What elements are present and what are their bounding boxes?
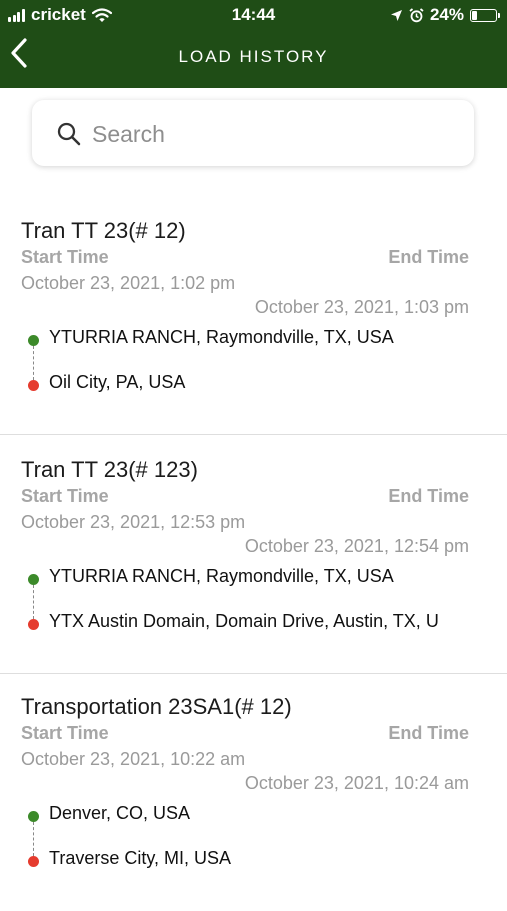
destination-dot-icon: [28, 380, 39, 391]
load-card-content: Tran TT 23(# 123) Start Time End Time Oc…: [0, 437, 489, 674]
route-line: [33, 346, 34, 380]
battery-percent: 24%: [429, 5, 464, 24]
origin-location: YTURRIA RANCH, Raymondville, TX, USA: [49, 327, 394, 347]
load-card-content: Transportation 23SA1(# 12) Start Time En…: [0, 674, 489, 911]
load-title: Tran TT 23(# 123): [21, 457, 198, 482]
search-icon: [57, 122, 81, 146]
end-time-value: October 23, 2021, 10:24 am: [244, 773, 469, 793]
page-title: LOAD HISTORY: [178, 47, 329, 66]
load-title: Transportation 23SA1(# 12): [21, 694, 292, 719]
location-arrow-icon: [390, 9, 402, 21]
route-line: [33, 822, 34, 856]
load-card[interactable]: Tran TT 23(# 123) Start Time End Time Oc…: [0, 437, 507, 674]
origin-location: Denver, CO, USA: [49, 803, 191, 823]
load-card-content: Tran TT 23(# 12) Start Time End Time Oct…: [0, 198, 489, 435]
route-line: [33, 585, 34, 619]
destination-dot-icon: [28, 856, 39, 867]
origin-dot-icon: [28, 335, 39, 346]
load-card[interactable]: Tran TT 23(# 12) Start Time End Time Oct…: [0, 198, 507, 435]
end-time-label: End Time: [388, 247, 469, 267]
end-time-label: End Time: [388, 723, 469, 743]
load-card[interactable]: Transportation 23SA1(# 12) Start Time En…: [0, 674, 507, 911]
search-box[interactable]: [32, 100, 474, 166]
destination-location: Oil City, PA, USA: [49, 372, 186, 392]
search-input[interactable]: [90, 114, 454, 154]
battery-icon: [470, 8, 500, 22]
destination-dot-icon: [28, 619, 39, 630]
origin-dot-icon: [28, 574, 39, 585]
status-right: 24%: [384, 5, 500, 25]
start-time-label: Start Time: [21, 247, 109, 267]
origin-dot-icon: [28, 811, 39, 822]
app-header: cricket 14:44 24% LOAD HISTORY: [0, 0, 507, 88]
end-time-label: End Time: [388, 486, 469, 506]
end-time-value: October 23, 2021, 1:03 pm: [254, 297, 469, 317]
start-time-label: Start Time: [21, 486, 109, 506]
start-time-value: October 23, 2021, 10:22 am: [21, 749, 246, 769]
destination-location: YTX Austin Domain, Domain Drive, Austin,…: [49, 611, 439, 631]
alarm-icon: [409, 7, 424, 22]
load-title: Tran TT 23(# 12): [21, 218, 186, 243]
status-bar: cricket 14:44 24%: [0, 0, 507, 30]
end-time-value: October 23, 2021, 12:54 pm: [244, 536, 469, 556]
start-time-label: Start Time: [21, 723, 109, 743]
origin-location: YTURRIA RANCH, Raymondville, TX, USA: [49, 566, 394, 586]
start-time-value: October 23, 2021, 12:53 pm: [21, 512, 246, 532]
destination-location: Traverse City, MI, USA: [49, 848, 232, 868]
start-time-value: October 23, 2021, 1:02 pm: [21, 273, 236, 293]
